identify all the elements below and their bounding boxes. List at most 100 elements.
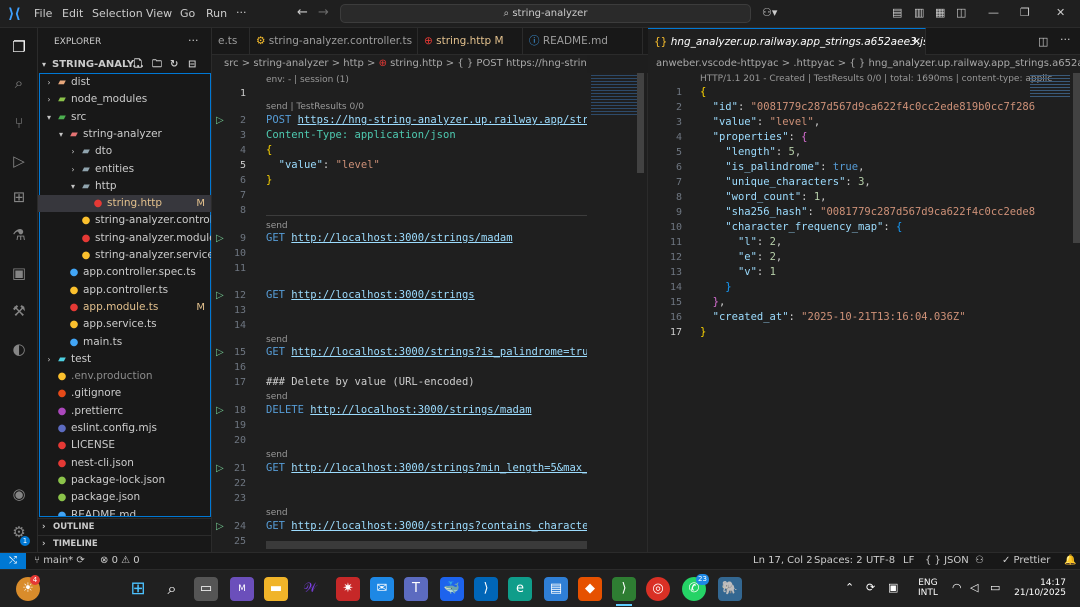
- minimap[interactable]: [587, 73, 648, 552]
- forward-arrow-icon[interactable]: →: [318, 5, 329, 20]
- prettier-status[interactable]: ✓ Prettier: [1002, 553, 1050, 569]
- json-response-editor[interactable]: HTTP/1.1 201 - Created | TestResults 0/0…: [648, 73, 1080, 552]
- problems-indicator[interactable]: ⊗ 0 ⚠ 0: [100, 553, 140, 569]
- tree-file[interactable]: ● package.json: [38, 489, 211, 506]
- tree-folder[interactable]: › ▰ dist: [38, 74, 211, 91]
- breadcrumb[interactable]: src > string-analyzer > http > ⊕ string.…: [212, 55, 587, 73]
- toggle-secondary-sidebar-icon[interactable]: ▦: [935, 6, 945, 19]
- tree-file[interactable]: ● string-analyzer.controlle...: [38, 212, 211, 229]
- tree-file[interactable]: ● app.controller.ts: [38, 282, 211, 299]
- explorer-icon[interactable]: ❐: [8, 36, 30, 58]
- extensions-icon[interactable]: ⊞: [8, 186, 30, 208]
- more-actions-icon[interactable]: ···: [1060, 33, 1071, 46]
- tree-file[interactable]: ● string-analyzer.service.ts: [38, 247, 211, 264]
- toggle-panel-icon[interactable]: ▥: [914, 6, 924, 19]
- new-file-icon[interactable]: 🗋: [134, 56, 142, 73]
- tree-file[interactable]: ● eslint.config.mjs: [38, 420, 211, 437]
- tree-file[interactable]: ● app.module.ts M: [38, 299, 211, 316]
- volume-icon[interactable]: ◁: [970, 581, 978, 594]
- edge-icon[interactable]: e: [508, 577, 532, 601]
- vertical-scrollbar[interactable]: [1073, 73, 1080, 243]
- menu-view[interactable]: View: [146, 7, 172, 20]
- git-graph-icon[interactable]: ◐: [8, 338, 30, 360]
- tree-file[interactable]: ● README.md: [38, 507, 211, 517]
- horizontal-scrollbar[interactable]: [266, 541, 587, 549]
- menu-edit[interactable]: Edit: [62, 7, 83, 20]
- split-editor-icon[interactable]: ◫: [1038, 35, 1048, 48]
- tree-file[interactable]: ● nest-cli.json: [38, 455, 211, 472]
- app-blue-icon[interactable]: ✉: [370, 577, 394, 601]
- indentation[interactable]: Spaces: 2: [814, 553, 863, 569]
- testresults-codelens[interactable]: send | TestResults 0/0: [266, 102, 364, 112]
- search-view-icon[interactable]: ⌕: [8, 72, 30, 94]
- notifications-icon[interactable]: 🔔: [1064, 553, 1076, 569]
- tree-folder[interactable]: ▾ ▰ src: [38, 109, 211, 126]
- more-menu-icon[interactable]: ···: [236, 6, 247, 19]
- tree-folder[interactable]: ▾ ▰ http: [38, 178, 211, 195]
- clock[interactable]: 14:17 21/10/2025: [1014, 578, 1066, 598]
- tray-sync-icon[interactable]: ⟳: [866, 581, 875, 594]
- postgres-icon[interactable]: 🐘: [718, 577, 742, 601]
- docker-icon[interactable]: ⚒: [8, 300, 30, 322]
- tree-folder[interactable]: › ▰ test: [38, 351, 211, 368]
- docker-taskbar-icon[interactable]: 🐳: [440, 577, 464, 601]
- tab-json-response[interactable]: {} hng_analyzer.up.railway.app_strings.a…: [648, 28, 926, 55]
- close-tab-icon[interactable]: ✕: [912, 29, 921, 55]
- json-minimap[interactable]: [1030, 75, 1070, 97]
- end-of-line[interactable]: LF: [903, 553, 914, 569]
- project-root[interactable]: ▾ STRING-ANALY... 🗋 🗀 ↻ ⊟: [38, 56, 211, 73]
- cursor-position[interactable]: Ln 17, Col 2: [753, 553, 813, 569]
- tree-file[interactable]: ● .gitignore: [38, 385, 211, 402]
- tab-readme[interactable]: ⓘ README.md: [523, 28, 643, 55]
- response-status-codelens[interactable]: HTTP/1.1 201 - Created | TestResults 0/0…: [700, 74, 1052, 84]
- tree-file[interactable]: ● .prettierrc: [38, 403, 211, 420]
- wifi-icon[interactable]: ◠: [952, 581, 962, 594]
- command-center-search[interactable]: ⌕ string-analyzer: [340, 4, 751, 23]
- vertical-scrollbar[interactable]: [637, 73, 644, 173]
- env-codelens[interactable]: env: - | session (1): [266, 75, 349, 85]
- app-red-icon[interactable]: ✷: [336, 577, 360, 601]
- run-debug-icon[interactable]: ▷: [8, 150, 30, 172]
- minimize-icon[interactable]: —: [988, 6, 999, 19]
- battery-icon[interactable]: ▭: [990, 581, 1000, 594]
- source-control-icon[interactable]: ⑂: [8, 112, 30, 134]
- collapse-all-icon[interactable]: ⊟: [188, 56, 196, 73]
- tree-folder[interactable]: › ▰ dto: [38, 143, 211, 160]
- new-folder-icon[interactable]: 🗀: [152, 56, 162, 73]
- send-codelens[interactable]: send: [266, 392, 288, 402]
- start-windows-icon[interactable]: ⊞: [126, 577, 150, 601]
- app-purple-icon[interactable]: 𝒲: [298, 577, 322, 601]
- file-explorer-icon[interactable]: ▬: [264, 577, 288, 601]
- copilot-icon[interactable]: ⚇▾: [762, 6, 777, 19]
- http-editor[interactable]: env: - | session (1) 1 send | TestResult…: [212, 73, 587, 552]
- refresh-icon[interactable]: ↻: [170, 56, 178, 73]
- menu-selection[interactable]: Selection: [92, 7, 143, 20]
- teams-icon[interactable]: T: [404, 577, 428, 601]
- tray-chevron-icon[interactable]: ⌃: [845, 581, 854, 594]
- task-view-icon[interactable]: ▭: [194, 577, 218, 601]
- vscode-blue-icon[interactable]: ⟩: [474, 577, 498, 601]
- widgets-icon[interactable]: M: [230, 577, 254, 601]
- remote-indicator[interactable]: ⤭: [0, 553, 26, 570]
- taskbar-search-icon[interactable]: ⌕: [160, 577, 184, 601]
- tree-folder[interactable]: › ▰ entities: [38, 161, 211, 178]
- tree-file[interactable]: ● package-lock.json: [38, 472, 211, 489]
- restore-icon[interactable]: ❐: [1020, 6, 1030, 19]
- notepad-icon[interactable]: ▤: [544, 577, 568, 601]
- branch-indicator[interactable]: ⑂ main* ⟳: [34, 553, 85, 569]
- tree-file[interactable]: ● LICENSE: [38, 437, 211, 454]
- back-arrow-icon[interactable]: ←: [297, 5, 308, 20]
- tree-file[interactable]: ● .env.production: [38, 368, 211, 385]
- send-codelens[interactable]: send: [266, 221, 288, 231]
- tab-ts-file[interactable]: e.ts: [212, 28, 250, 55]
- tab-controller[interactable]: ⚙ string-analyzer.controller.ts: [250, 28, 418, 55]
- outline-section[interactable]: › OUTLINE: [38, 518, 211, 534]
- remote-explorer-icon[interactable]: ▣: [8, 262, 30, 284]
- account-icon[interactable]: ◉: [8, 483, 30, 505]
- tree-file[interactable]: ● main.ts: [38, 334, 211, 351]
- timeline-section[interactable]: › TIMELINE: [38, 535, 211, 551]
- menu-run[interactable]: Run: [206, 7, 227, 20]
- explorer-more-icon[interactable]: ···: [188, 34, 199, 47]
- send-codelens[interactable]: send: [266, 450, 288, 460]
- send-codelens[interactable]: send: [266, 508, 288, 518]
